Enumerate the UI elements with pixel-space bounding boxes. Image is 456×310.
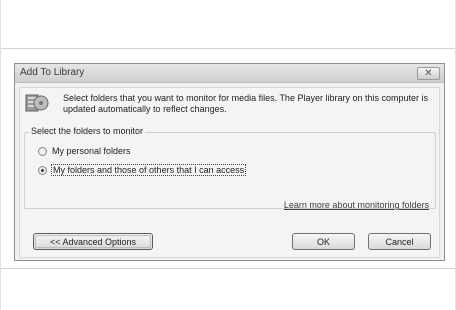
- page-border-bottom: [0, 268, 456, 269]
- advanced-options-label: << Advanced Options: [49, 236, 137, 247]
- dialog-description: Select folders that you want to monitor …: [63, 93, 428, 114]
- ok-label: OK: [316, 236, 330, 247]
- folders-group-label: Select the folders to monitor: [29, 126, 146, 136]
- add-to-library-dialog: Add To Library ✕ Select folders that you…: [14, 63, 445, 261]
- radio-personal-folders[interactable]: [38, 146, 47, 156]
- page-border-left: [0, 0, 1, 310]
- option-personal-folders[interactable]: My personal folders: [38, 145, 131, 157]
- close-button[interactable]: ✕: [417, 67, 440, 80]
- option-personal-folders-label[interactable]: My personal folders: [52, 146, 131, 156]
- folders-group: Select the folders to monitor My persona…: [24, 126, 436, 210]
- cancel-label: Cancel: [385, 236, 414, 247]
- close-icon: ✕: [424, 67, 433, 79]
- radio-all-accessible-folders[interactable]: [38, 165, 47, 175]
- page-border-top: [0, 48, 456, 49]
- dialog-title: Add To Library: [20, 67, 85, 78]
- ok-button[interactable]: OK: [292, 233, 355, 250]
- media-library-icon: [25, 94, 49, 112]
- cancel-button[interactable]: Cancel: [368, 233, 431, 250]
- learn-more-link[interactable]: Learn more about monitoring folders: [284, 200, 429, 210]
- dialog-titlebar[interactable]: Add To Library ✕: [15, 64, 444, 83]
- option-all-accessible-folders-label[interactable]: My folders and those of others that I ca…: [50, 164, 247, 176]
- option-all-accessible-folders[interactable]: My folders and those of others that I ca…: [38, 164, 247, 176]
- advanced-options-button[interactable]: << Advanced Options: [33, 233, 153, 250]
